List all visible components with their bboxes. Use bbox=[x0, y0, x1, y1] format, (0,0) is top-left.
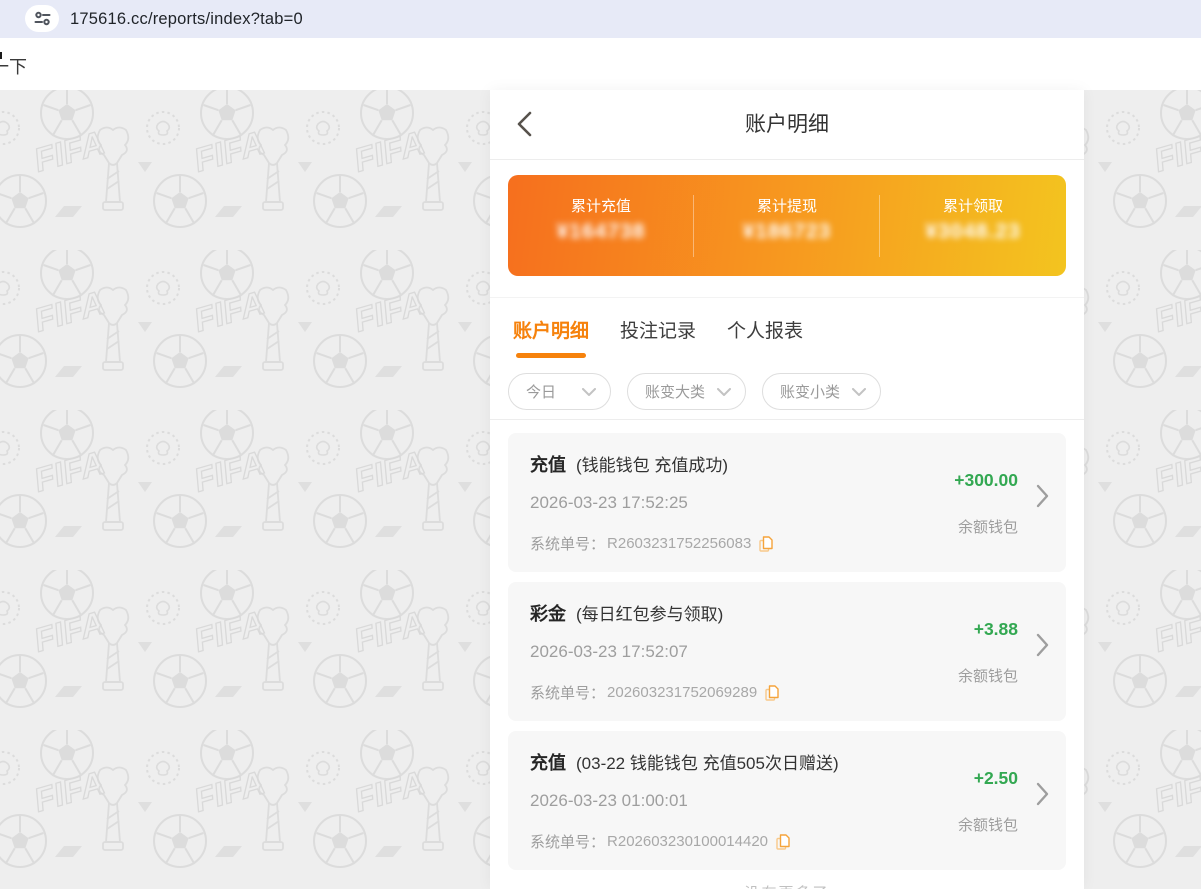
chevron-right-icon[interactable] bbox=[1036, 633, 1049, 657]
record-type: 充值 bbox=[530, 749, 566, 775]
record-desc: (03-22 钱能钱包 充值505次日赠送) bbox=[576, 749, 839, 774]
summary-label: 累计充值 bbox=[508, 195, 694, 216]
chevron-right-icon[interactable] bbox=[1036, 782, 1049, 806]
record-list: 充值 (钱能钱包 充值成功) 2026-03-23 17:52:25 系统单号：… bbox=[508, 433, 1066, 880]
chevron-down-icon bbox=[717, 388, 731, 396]
filter-label: 账变小类 bbox=[780, 381, 840, 402]
copy-icon bbox=[776, 834, 790, 850]
account-detail-panel: 账户明细 累计充值 ¥164738 累计提现 ¥186723 累计领取 ¥304… bbox=[490, 90, 1084, 889]
record-row-1[interactable]: 充值 (钱能钱包 充值成功) 2026-03-23 17:52:25 系统单号：… bbox=[508, 433, 1066, 572]
page-top-strip bbox=[0, 38, 1201, 90]
tabs-row: 账户明细 投注记录 个人报表 bbox=[513, 316, 803, 357]
summary-total-withdraw: 累计提现 ¥186723 bbox=[694, 175, 880, 276]
active-tab-underline bbox=[516, 353, 586, 358]
copy-icon bbox=[765, 685, 779, 701]
filter-label: 账变大类 bbox=[645, 381, 705, 402]
order-label: 系统单号： bbox=[530, 682, 605, 703]
tune-icon bbox=[34, 11, 51, 26]
summary-value-masked: ¥164738 bbox=[508, 220, 694, 244]
record-datetime: 2026-03-23 01:00:01 bbox=[530, 791, 688, 811]
panel-header: 账户明细 bbox=[490, 90, 1084, 160]
divider bbox=[490, 419, 1084, 420]
copy-order-button[interactable] bbox=[765, 685, 779, 701]
tab-label: 账户明细 bbox=[513, 321, 589, 342]
summary-total-claimed: 累计领取 ¥3048.23 bbox=[880, 175, 1066, 276]
page-title: 账户明细 bbox=[490, 108, 1084, 138]
browser-address-bar[interactable]: 175616.cc/reports/index?tab=0 bbox=[0, 0, 1201, 38]
summary-value-masked: ¥3048.23 bbox=[880, 220, 1066, 244]
filters-row: 今日 账变大类 账变小类 bbox=[508, 373, 881, 410]
record-wallet: 余额钱包 bbox=[958, 665, 1018, 686]
record-amount: +300.00 bbox=[954, 470, 1018, 491]
filter-minor-category-dropdown[interactable]: 账变小类 bbox=[762, 373, 881, 410]
filter-major-category-dropdown[interactable]: 账变大类 bbox=[627, 373, 746, 410]
summary-label: 累计提现 bbox=[694, 195, 880, 216]
viewport: FIFA bbox=[0, 0, 1201, 889]
tab-personal-report[interactable]: 个人报表 bbox=[727, 316, 803, 357]
record-datetime: 2026-03-23 17:52:07 bbox=[530, 642, 688, 662]
chevron-right-icon[interactable] bbox=[1036, 484, 1049, 508]
tab-account-detail[interactable]: 账户明细 bbox=[513, 316, 589, 357]
record-row-3[interactable]: 充值 (03-22 钱能钱包 充值505次日赠送) 2026-03-23 01:… bbox=[508, 731, 1066, 870]
order-number: R202603230100014420 bbox=[607, 833, 768, 850]
summary-total-deposit: 累计充值 ¥164738 bbox=[508, 175, 694, 276]
tabs-section: 账户明细 投注记录 个人报表 bbox=[490, 297, 1084, 373]
site-settings-button[interactable] bbox=[25, 5, 59, 32]
record-wallet: 余额钱包 bbox=[958, 814, 1018, 835]
order-label: 系统单号： bbox=[530, 831, 605, 852]
record-type: 充值 bbox=[530, 451, 566, 477]
record-desc: (钱能钱包 充值成功) bbox=[576, 451, 728, 476]
copy-order-button[interactable] bbox=[759, 536, 773, 552]
record-row-2[interactable]: 彩金 (每日红包参与领取) 2026-03-23 17:52:07 系统单号： … bbox=[508, 582, 1066, 721]
record-type: 彩金 bbox=[530, 600, 566, 626]
summary-card: 累计充值 ¥164738 累计提现 ¥186723 累计领取 ¥3048.23 bbox=[508, 175, 1066, 276]
order-number: R2603231752256083 bbox=[607, 535, 751, 552]
chevron-down-icon bbox=[852, 388, 866, 396]
copy-icon bbox=[759, 536, 773, 552]
tab-label: 投注记录 bbox=[620, 321, 696, 342]
stray-text: 一下 bbox=[0, 53, 27, 79]
record-datetime: 2026-03-23 17:52:25 bbox=[530, 493, 688, 513]
filter-label: 今日 bbox=[526, 381, 556, 402]
order-number: 202603231752069289 bbox=[607, 684, 757, 701]
record-wallet: 余额钱包 bbox=[958, 516, 1018, 537]
tab-label: 个人报表 bbox=[727, 321, 803, 342]
record-desc: (每日红包参与领取) bbox=[576, 600, 723, 625]
record-amount: +2.50 bbox=[974, 768, 1018, 789]
summary-label: 累计领取 bbox=[880, 195, 1066, 216]
order-label: 系统单号： bbox=[530, 533, 605, 554]
tab-bet-records[interactable]: 投注记录 bbox=[620, 316, 696, 357]
url-text[interactable]: 175616.cc/reports/index?tab=0 bbox=[70, 0, 303, 38]
record-amount: +3.88 bbox=[974, 619, 1018, 640]
copy-order-button[interactable] bbox=[776, 834, 790, 850]
filter-date-dropdown[interactable]: 今日 bbox=[508, 373, 611, 410]
chevron-down-icon bbox=[582, 388, 596, 396]
summary-value-masked: ¥186723 bbox=[694, 220, 880, 244]
list-end-text: 没有更多了 bbox=[490, 882, 1084, 889]
